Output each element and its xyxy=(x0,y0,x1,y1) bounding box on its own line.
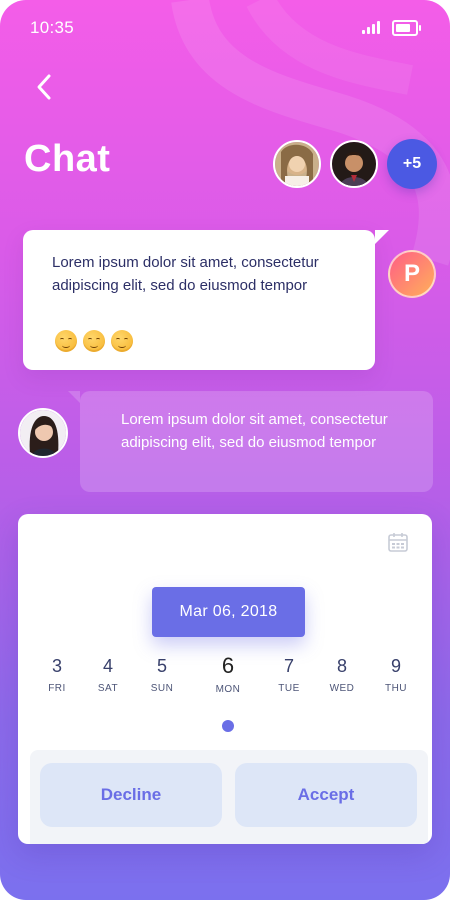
day-item[interactable]: 9 THU xyxy=(371,656,421,694)
accept-button[interactable]: Accept xyxy=(235,763,417,827)
chevron-left-icon xyxy=(37,74,51,100)
message-bubble-received: Lorem ipsum dolor sit amet, consectetur … xyxy=(23,230,389,370)
day-name: THU xyxy=(384,683,408,694)
day-number: 3 xyxy=(51,656,62,676)
day-item-selected[interactable]: 6 MON xyxy=(203,653,253,695)
emoji-row xyxy=(55,330,133,352)
day-item[interactable]: 3 FRI xyxy=(32,656,82,694)
status-time: 10:35 xyxy=(30,18,75,37)
back-button[interactable] xyxy=(30,70,60,104)
day-item[interactable]: 8 WED xyxy=(317,656,367,694)
day-name: WED xyxy=(329,683,355,694)
day-number: 7 xyxy=(283,656,294,676)
page-title: Chat xyxy=(24,138,111,180)
more-participants-badge[interactable]: +5 xyxy=(387,139,437,189)
action-bar: Decline Accept xyxy=(30,750,428,844)
smiling-face-icon xyxy=(83,330,105,352)
message-bubble-sent: Lorem ipsum dolor sit amet, consectetur … xyxy=(68,391,433,492)
day-item[interactable]: 7 TUE xyxy=(264,656,314,694)
user-avatar[interactable] xyxy=(18,408,68,458)
decline-button[interactable]: Decline xyxy=(40,763,222,827)
battery-icon xyxy=(392,20,421,36)
selected-day-indicator xyxy=(222,720,234,732)
day-number: 5 xyxy=(156,656,167,676)
day-number: 8 xyxy=(336,656,347,676)
day-number: 9 xyxy=(390,656,401,676)
message-text: Lorem ipsum dolor sit amet, consectetur … xyxy=(121,411,388,451)
signal-icon xyxy=(362,20,380,34)
day-name: TUE xyxy=(278,683,300,694)
status-bar: 10:35 xyxy=(0,0,450,56)
selected-date-button[interactable]: Mar 06, 2018 xyxy=(152,587,305,637)
day-strip: 3 FRI 4 SAT 5 SUN 6 MON 7 TUE 8 WED 9 TH… xyxy=(18,653,432,706)
day-name: SAT xyxy=(97,683,119,694)
day-name: MON xyxy=(215,684,241,695)
participant-avatar[interactable] xyxy=(330,140,378,188)
day-item[interactable]: 5 SUN xyxy=(137,656,187,694)
message-text: Lorem ipsum dolor sit amet, consectetur … xyxy=(52,254,319,294)
date-picker-card: Mar 06, 2018 3 FRI 4 SAT 5 SUN 6 MON 7 T… xyxy=(18,514,432,844)
day-name: SUN xyxy=(150,683,174,694)
day-item[interactable]: 4 SAT xyxy=(83,656,133,694)
smiling-face-icon xyxy=(55,330,77,352)
participant-avatar[interactable] xyxy=(273,140,321,188)
day-number: 6 xyxy=(221,653,235,678)
smiling-face-icon xyxy=(111,330,133,352)
chat-screen: 10:35 Chat +5 Lorem ipsum dolor sit amet… xyxy=(0,0,450,900)
calendar-icon[interactable] xyxy=(387,531,409,553)
day-number: 4 xyxy=(102,656,113,676)
sender-avatar-initial[interactable]: P xyxy=(388,250,436,298)
day-name: FRI xyxy=(48,683,66,694)
